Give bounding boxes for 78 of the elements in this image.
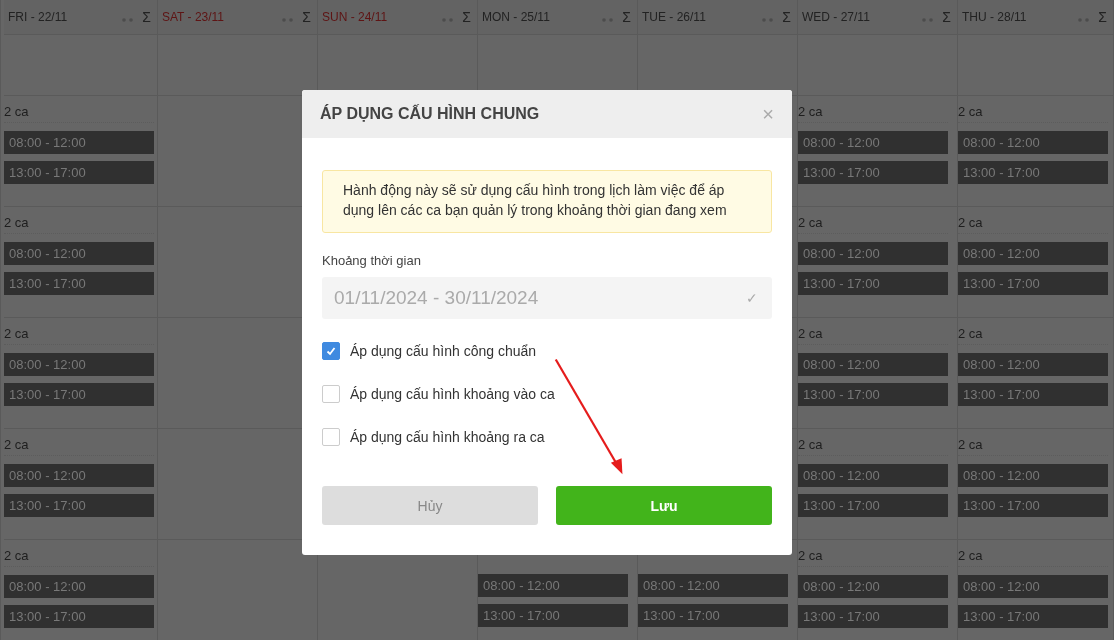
shift-block[interactable]: 13:00 - 17:00 [958, 605, 1108, 628]
checkbox-label: Áp dụng cấu hình khoảng vào ca [350, 386, 555, 402]
shift-count: 2 ca [798, 104, 948, 123]
shift-count: 2 ca [4, 326, 154, 345]
shift-count: 2 ca [958, 215, 1108, 234]
shift-block[interactable]: 08:00 - 12:00 [4, 575, 154, 598]
day-label: TUE - 26/11 [642, 10, 706, 24]
shift-block[interactable]: 08:00 - 12:00 [798, 131, 948, 154]
shift-count: 2 ca [4, 437, 154, 456]
check-icon: ✓ [746, 290, 758, 306]
checkbox-label: Áp dụng cấu hình khoảng ra ca [350, 429, 545, 445]
day-label: THU - 28/11 [962, 10, 1027, 24]
shift-block[interactable]: 13:00 - 17:00 [4, 605, 154, 628]
cancel-button[interactable]: Hủy [322, 486, 538, 525]
shift-block[interactable]: 08:00 - 12:00 [958, 353, 1108, 376]
shift-block[interactable]: 08:00 - 12:00 [478, 574, 628, 597]
save-button[interactable]: Lưu [556, 486, 772, 525]
day-label: SAT - 23/11 [162, 10, 225, 24]
checkbox[interactable] [322, 428, 340, 446]
sum-icon[interactable]: Σ [782, 9, 791, 25]
shift-block[interactable]: 08:00 - 12:00 [4, 353, 154, 376]
shift-block[interactable]: 13:00 - 17:00 [638, 604, 788, 627]
shift-block[interactable]: 08:00 - 12:00 [958, 242, 1108, 265]
sum-icon[interactable]: Σ [622, 9, 631, 25]
sum-icon[interactable]: Σ [1098, 9, 1107, 25]
shift-block[interactable]: 13:00 - 17:00 [798, 272, 948, 295]
checkmark-icon [325, 345, 337, 357]
day-label: MON - 25/11 [482, 10, 550, 24]
shift-block[interactable]: 13:00 - 17:00 [798, 494, 948, 517]
shift-count: 2 ca [958, 104, 1108, 123]
shift-block[interactable]: 08:00 - 12:00 [958, 575, 1108, 598]
shift-count: 2 ca [798, 326, 948, 345]
shift-count: 2 ca [958, 326, 1108, 345]
shift-count: 2 ca [4, 215, 154, 234]
shift-count: 2 ca [798, 437, 948, 456]
shift-block[interactable]: 13:00 - 17:00 [798, 383, 948, 406]
shift-count: 2 ca [4, 104, 154, 123]
sum-icon[interactable]: Σ [942, 9, 951, 25]
shift-block[interactable]: 13:00 - 17:00 [958, 272, 1108, 295]
shift-block[interactable]: 08:00 - 12:00 [958, 464, 1108, 487]
shift-block[interactable]: 13:00 - 17:00 [958, 494, 1108, 517]
sum-icon[interactable]: Σ [302, 9, 311, 25]
shift-block[interactable]: 13:00 - 17:00 [4, 161, 154, 184]
shift-block[interactable]: 08:00 - 12:00 [4, 242, 154, 265]
shift-block[interactable]: 08:00 - 12:00 [958, 131, 1108, 154]
shift-count: 2 ca [798, 548, 948, 567]
shift-count: 2 ca [958, 548, 1108, 567]
sum-icon[interactable]: Σ [142, 9, 151, 25]
shift-block[interactable]: 08:00 - 12:00 [798, 575, 948, 598]
day-label: FRI - 22/11 [8, 10, 68, 24]
shift-block[interactable]: 08:00 - 12:00 [4, 131, 154, 154]
shift-count: 2 ca [798, 215, 948, 234]
dialog-title: ÁP DỤNG CẤU HÌNH CHUNG [320, 105, 540, 123]
shift-count: 2 ca [4, 548, 154, 567]
checkbox[interactable] [322, 385, 340, 403]
shift-block[interactable]: 13:00 - 17:00 [798, 161, 948, 184]
notice-message: Hành động này sẽ sử dụng cấu hình trong lịch làm việc để áp dụng lên các ca bạn quản lý trong khoảng thời gian đang xem [322, 170, 772, 233]
shift-block[interactable]: 13:00 - 17:00 [4, 383, 154, 406]
field-label: Khoảng thời gian [322, 253, 422, 268]
shift-block[interactable]: 08:00 - 12:00 [798, 353, 948, 376]
day-label: WED - 27/11 [802, 10, 870, 24]
shift-block[interactable]: 13:00 - 17:00 [798, 605, 948, 628]
shift-block[interactable]: 13:00 - 17:00 [958, 161, 1108, 184]
day-label: SUN - 24/11 [322, 10, 388, 24]
shift-block[interactable]: 08:00 - 12:00 [798, 464, 948, 487]
shift-block[interactable]: 13:00 - 17:00 [478, 604, 628, 627]
close-button[interactable]: × [762, 104, 774, 124]
shift-block[interactable]: 08:00 - 12:00 [4, 464, 154, 487]
sum-icon[interactable]: Σ [462, 9, 471, 25]
shift-block[interactable]: 08:00 - 12:00 [638, 574, 788, 597]
shift-block[interactable]: 13:00 - 17:00 [4, 494, 154, 517]
checkbox-label: Áp dụng cấu hình công chuẩn [350, 343, 537, 359]
shift-block[interactable]: 13:00 - 17:00 [4, 272, 154, 295]
checkbox[interactable] [322, 342, 340, 360]
shift-block[interactable]: 08:00 - 12:00 [798, 242, 948, 265]
shift-count: 2 ca [958, 437, 1108, 456]
date-range-field[interactable]: 01/11/2024 - 30/11/2024 ✓ [322, 277, 772, 319]
shift-block[interactable]: 13:00 - 17:00 [958, 383, 1108, 406]
